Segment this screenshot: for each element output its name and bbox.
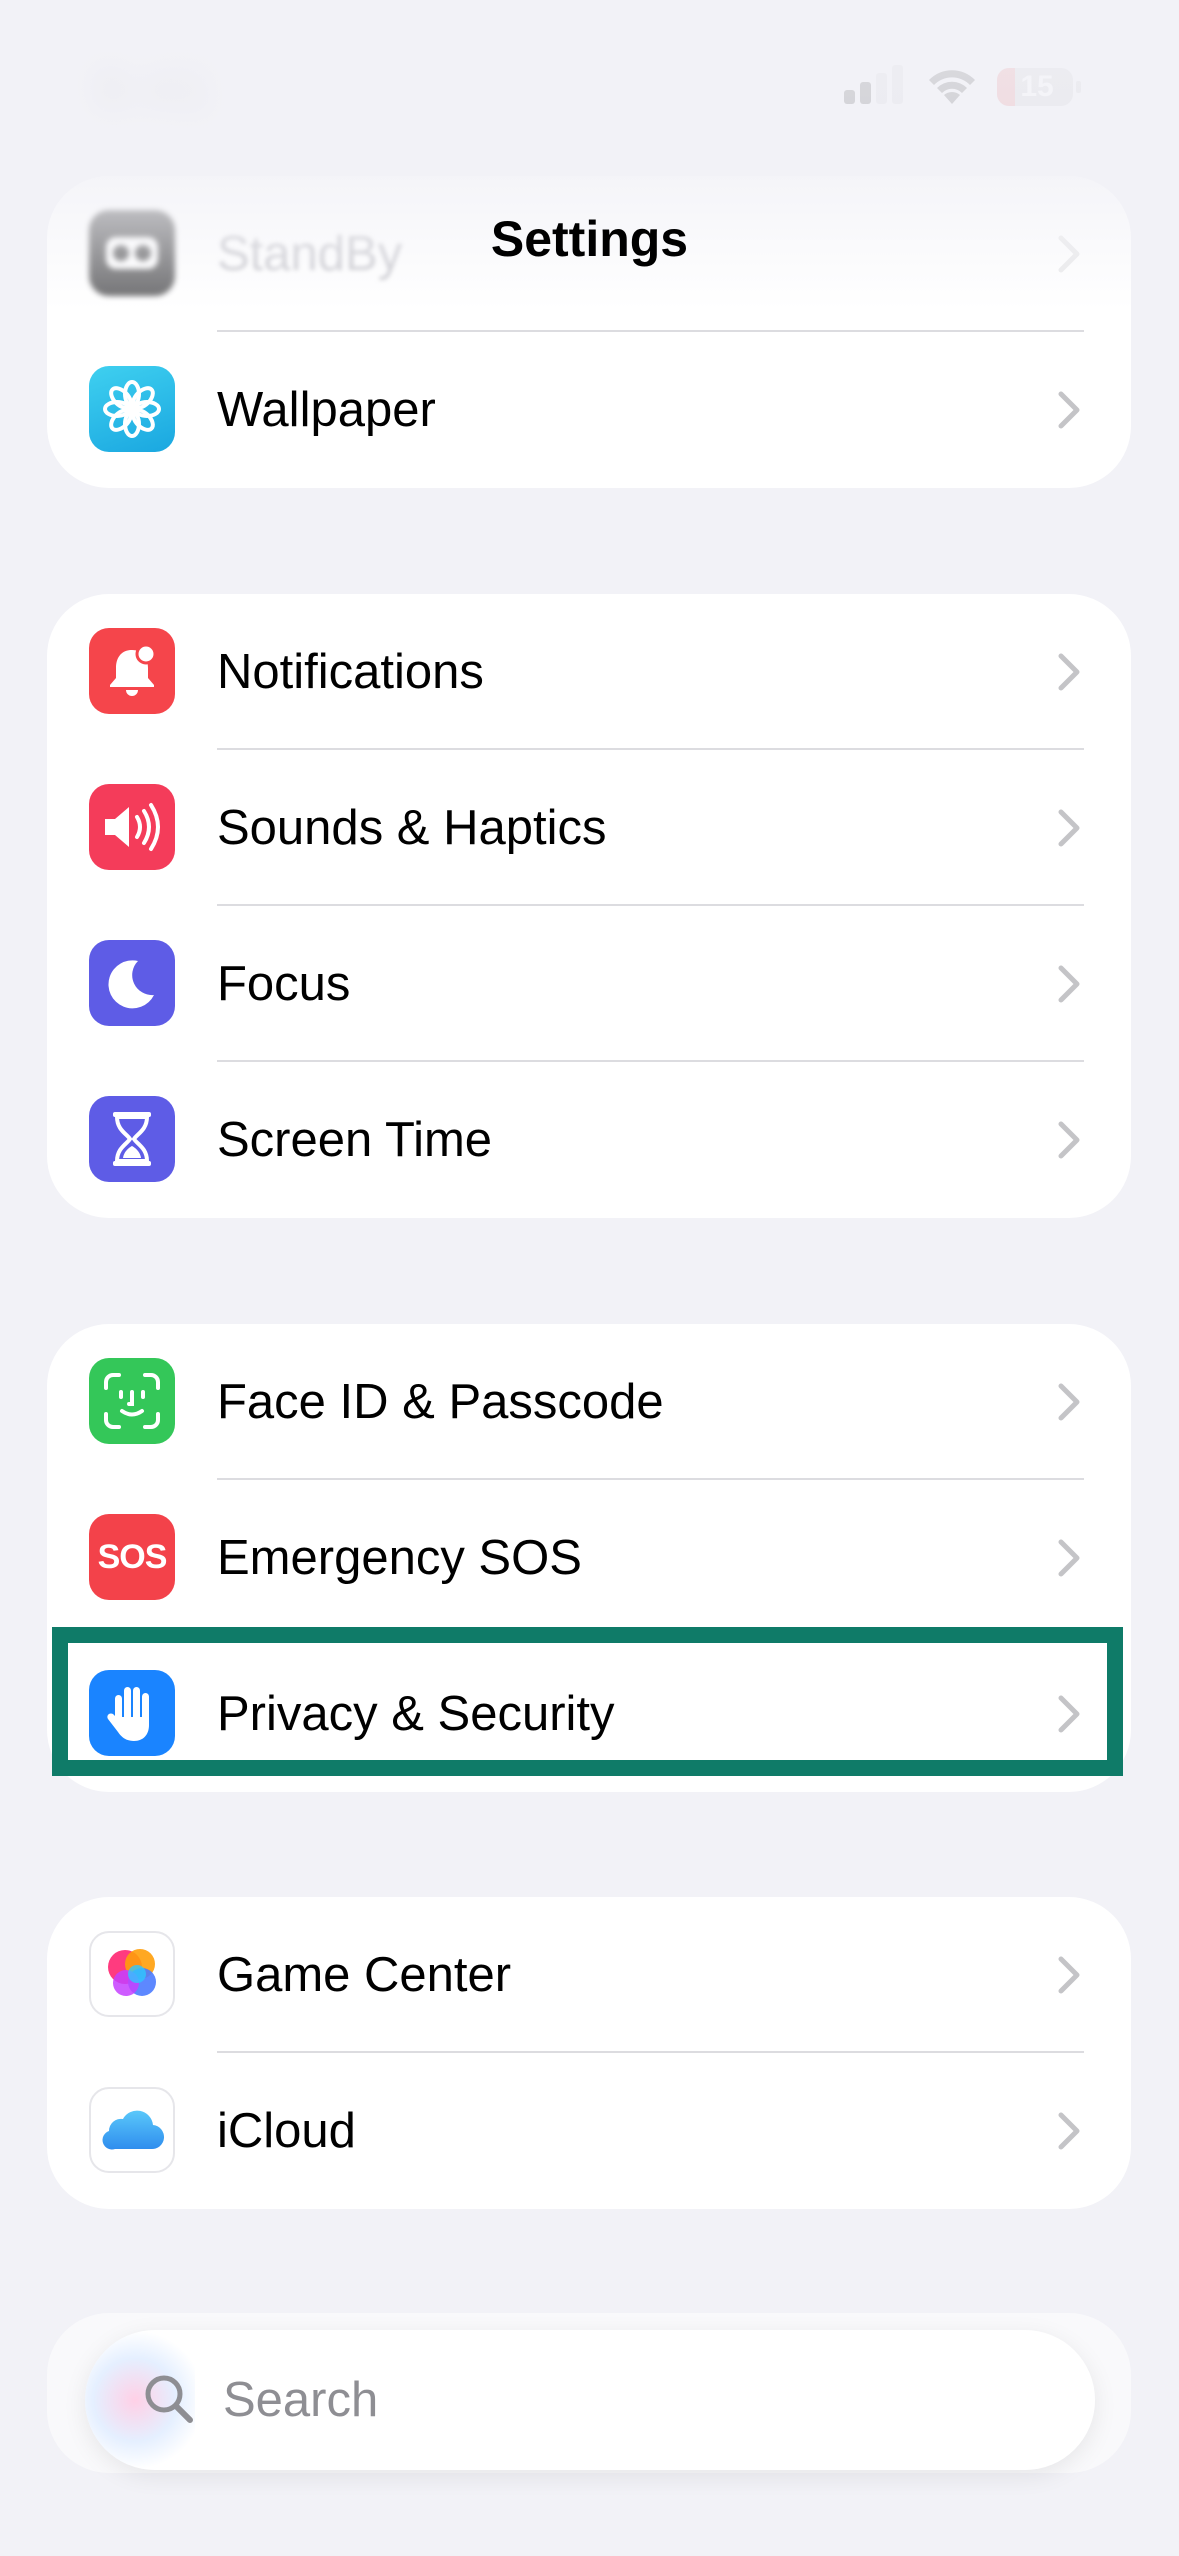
battery-level: 15 — [1020, 70, 1054, 103]
speaker-icon — [89, 784, 175, 870]
settings-row-privacy-security[interactable]: Privacy & Security — [47, 1636, 1131, 1792]
settings-row-game-center[interactable]: Game Center — [47, 1897, 1131, 2053]
section-notifications: Notifications Sounds & Haptics Focus Scr… — [47, 594, 1131, 1218]
search-bar[interactable]: Search — [85, 2330, 1095, 2470]
face-id-icon — [89, 1358, 175, 1444]
chevron-right-icon — [1058, 1121, 1080, 1159]
row-label: Notifications — [217, 645, 484, 699]
chevron-right-icon — [1058, 1956, 1080, 1994]
cellular-signal-icon — [844, 65, 903, 104]
chevron-right-icon — [1058, 965, 1080, 1003]
chevron-right-icon — [1058, 2112, 1080, 2150]
row-label: Focus — [217, 957, 351, 1011]
settings-row-notifications[interactable]: Notifications — [47, 594, 1131, 750]
search-icon — [145, 2375, 193, 2423]
row-label: Emergency SOS — [217, 1531, 582, 1585]
row-label: Sounds & Haptics — [217, 801, 607, 855]
row-label: Screen Time — [217, 1113, 493, 1167]
sos-icon: SOS — [89, 1514, 175, 1600]
section-services: Game Center iCloud — [47, 1897, 1131, 2209]
search-input[interactable]: Search — [223, 2330, 378, 2470]
row-label: Game Center — [217, 1948, 512, 2002]
sos-icon-text: SOS — [97, 1537, 168, 1576]
settings-row-emergency-sos[interactable]: SOS Emergency SOS — [47, 1480, 1131, 1636]
settings-row-focus[interactable]: Focus — [47, 906, 1131, 1062]
settings-row-icloud[interactable]: iCloud — [47, 2053, 1131, 2209]
wifi-icon — [929, 70, 975, 104]
chevron-right-icon — [1058, 1383, 1080, 1421]
settings-row-face-id-passcode[interactable]: Face ID & Passcode — [47, 1324, 1131, 1480]
cloud-icon — [89, 2087, 175, 2173]
settings-row-wallpaper[interactable]: Wallpaper — [47, 332, 1131, 488]
status-time: 9:41 — [95, 59, 212, 119]
chevron-right-icon — [1058, 653, 1080, 691]
status-bar: 9:41 15 — [0, 0, 1179, 180]
section-security: Face ID & Passcode SOS Emergency SOS Pri… — [47, 1324, 1131, 1792]
wallpaper-flower-icon — [89, 366, 175, 452]
chevron-right-icon — [1058, 1695, 1080, 1733]
row-label: Wallpaper — [217, 383, 436, 437]
chevron-right-icon — [1058, 391, 1080, 429]
settings-row-screen-time[interactable]: Screen Time — [47, 1062, 1131, 1218]
row-label: Face ID & Passcode — [217, 1375, 664, 1429]
settings-row-sounds-haptics[interactable]: Sounds & Haptics — [47, 750, 1131, 906]
chevron-right-icon — [1058, 809, 1080, 847]
hourglass-icon — [89, 1096, 175, 1182]
row-label: iCloud — [217, 2104, 356, 2158]
moon-icon — [89, 940, 175, 1026]
game-center-icon — [89, 1931, 175, 2017]
chevron-right-icon — [1058, 1539, 1080, 1577]
row-label: Privacy & Security — [217, 1687, 615, 1741]
hand-icon — [89, 1670, 175, 1756]
bell-icon — [89, 628, 175, 714]
page-title: Settings — [490, 211, 689, 267]
